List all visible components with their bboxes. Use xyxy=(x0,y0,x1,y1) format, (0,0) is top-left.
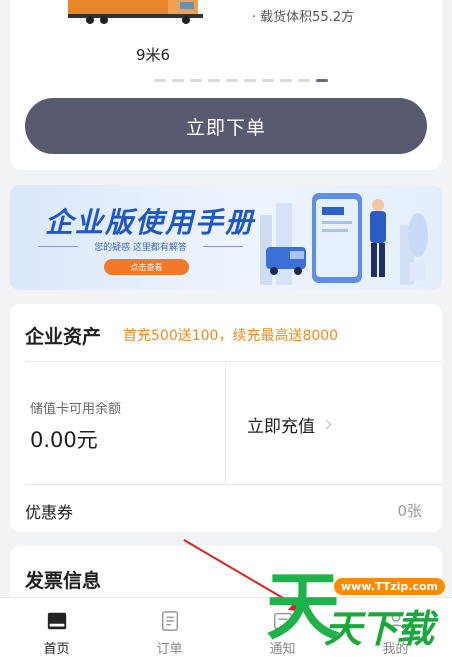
order-list-icon xyxy=(161,611,178,631)
tab-label: 通知 xyxy=(269,642,296,657)
carousel-dot[interactable] xyxy=(244,79,256,82)
tab-label: 首页 xyxy=(43,642,70,657)
enterprise-manual-banner[interactable]: 企业版使用手册 您的疑惑 这里都有解答 点击查看 xyxy=(10,185,442,290)
carousel-dot[interactable] xyxy=(154,79,166,82)
bottom-tab-bar: 首页 订单 通知 我的 xyxy=(0,597,452,657)
order-now-button[interactable]: 立即下单 xyxy=(25,98,427,154)
balance-label: 储值卡可用余额 xyxy=(30,402,122,417)
vehicle-model: 9米6 xyxy=(136,46,171,64)
banner-title: 企业版使用手册 xyxy=(45,206,256,239)
enterprise-assets-card: 企业资产 首充500送100，续充最高送8000 储值卡可用余额 0.00元 立… xyxy=(10,304,442,532)
invoice-title: 发票信息 xyxy=(25,570,102,592)
tab-label: 我的 xyxy=(382,642,409,657)
tab-orders[interactable]: 订单 xyxy=(113,598,226,657)
recharge-label: 立即充值 xyxy=(247,417,315,437)
carousel-dot[interactable] xyxy=(172,79,184,82)
vehicle-card: · 载货体积55.2方 9米6 立即下单 xyxy=(10,0,442,170)
divider xyxy=(25,484,442,485)
carousel-dot[interactable] xyxy=(316,79,328,82)
tab-profile[interactable]: 我的 xyxy=(339,598,452,657)
banner-illustration xyxy=(260,193,428,285)
tab-label: 订单 xyxy=(156,642,183,657)
coupon-count[interactable]: 0张 xyxy=(397,500,422,521)
profile-icon xyxy=(387,612,404,630)
carousel-dot[interactable] xyxy=(262,79,274,82)
coupon-label[interactable]: 优惠券 xyxy=(25,499,73,523)
tab-notifications[interactable]: 通知 xyxy=(226,598,339,657)
carousel-dot[interactable] xyxy=(208,79,220,82)
divider xyxy=(225,361,226,484)
carousel-dot[interactable] xyxy=(190,79,202,82)
notification-icon xyxy=(273,612,292,630)
carousel-dot[interactable] xyxy=(226,79,238,82)
chevron-right-icon xyxy=(321,419,332,430)
assets-promo: 首充500送100，续充最高送8000 xyxy=(123,328,339,344)
home-icon xyxy=(47,612,66,630)
vehicle-spec-text: 载货体积55.2方 xyxy=(260,10,355,25)
carousel-indicator xyxy=(154,79,328,82)
tab-home[interactable]: 首页 xyxy=(0,598,113,657)
divider xyxy=(25,361,442,362)
banner-subtitle: 您的疑惑 这里都有解答 xyxy=(38,240,243,253)
assets-title: 企业资产 xyxy=(25,326,102,348)
vehicle-spec: · 载货体积55.2方 xyxy=(252,10,355,25)
carousel-dot[interactable] xyxy=(280,79,292,82)
banner-view-button[interactable]: 点击查看 xyxy=(104,259,189,275)
balance-value: 0.00元 xyxy=(30,428,98,452)
recharge-button[interactable]: 立即充值 xyxy=(247,412,332,437)
truck-image xyxy=(68,0,203,24)
carousel-dot[interactable] xyxy=(298,79,310,82)
